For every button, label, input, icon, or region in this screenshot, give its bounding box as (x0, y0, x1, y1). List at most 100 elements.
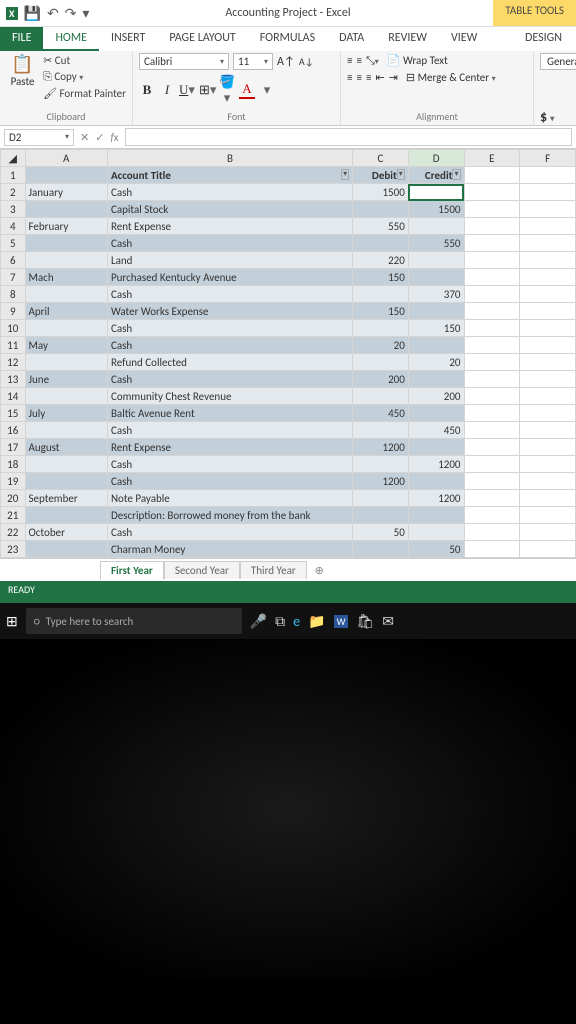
cell[interactable] (25, 456, 107, 473)
task-view-icon[interactable]: ⧉ (275, 613, 285, 630)
cell[interactable]: Cash (107, 320, 352, 337)
filter-icon[interactable]: ▾ (452, 169, 460, 180)
col-header-F[interactable]: F (520, 150, 576, 167)
cell[interactable] (408, 252, 464, 269)
cell[interactable] (464, 524, 520, 541)
col-header-C[interactable]: C (353, 150, 409, 167)
cell[interactable]: 550 (353, 218, 409, 235)
cell[interactable] (25, 252, 107, 269)
sheet-tab-second-year[interactable]: Second Year (164, 561, 240, 579)
cell[interactable] (464, 235, 520, 252)
row-header[interactable]: 11 (1, 337, 26, 354)
tab-home[interactable]: HOME (43, 27, 99, 51)
currency-button[interactable]: $ ▾ (540, 108, 554, 125)
col-header-A[interactable]: A (25, 150, 107, 167)
cell[interactable]: 200 (353, 371, 409, 388)
cell[interactable] (520, 541, 576, 558)
table-header-credit[interactable]: Credit▾ (408, 167, 464, 184)
cell[interactable]: Baltic Avenue Rent (107, 405, 352, 422)
cell[interactable]: Rent Expense (107, 439, 352, 456)
cell[interactable]: April (25, 303, 107, 320)
cell[interactable]: Cash (107, 473, 352, 490)
align-center-icon[interactable]: ≡ (356, 71, 361, 84)
cell[interactable]: Purchased Kentucky Avenue (107, 269, 352, 286)
cell[interactable] (353, 490, 409, 507)
italic-button[interactable]: I (159, 82, 175, 98)
cell[interactable] (464, 422, 520, 439)
tab-design[interactable]: DESIGN (511, 27, 576, 51)
cell[interactable] (353, 286, 409, 303)
decrease-font-icon[interactable]: A↓ (299, 55, 314, 68)
cell[interactable] (464, 303, 520, 320)
cell[interactable] (520, 184, 576, 201)
mail-icon[interactable]: ✉ (382, 613, 394, 630)
cell[interactable]: Rent Expense (107, 218, 352, 235)
cell[interactable] (25, 354, 107, 371)
cell[interactable] (520, 524, 576, 541)
cell[interactable] (520, 473, 576, 490)
row-header[interactable]: 22 (1, 524, 26, 541)
row-header[interactable]: 4 (1, 218, 26, 235)
filter-icon[interactable]: ▾ (397, 169, 405, 180)
cell[interactable] (520, 439, 576, 456)
cell[interactable]: Note Payable (107, 490, 352, 507)
cell[interactable] (353, 456, 409, 473)
cell[interactable] (520, 337, 576, 354)
cell[interactable] (520, 201, 576, 218)
cell[interactable]: Refund Collected (107, 354, 352, 371)
cell[interactable] (520, 286, 576, 303)
row-header[interactable]: 1 (1, 167, 26, 184)
formula-input[interactable] (125, 128, 572, 146)
row-header[interactable]: 23 (1, 541, 26, 558)
cell[interactable]: 220 (353, 252, 409, 269)
cell[interactable] (408, 218, 464, 235)
cell[interactable]: 1500 (353, 184, 409, 201)
underline-button[interactable]: U▾ (179, 82, 195, 98)
cell[interactable] (520, 405, 576, 422)
cell[interactable] (408, 473, 464, 490)
align-right-icon[interactable]: ≡ (366, 71, 371, 84)
wrap-text-button[interactable]: 📄 Wrap Text (383, 53, 452, 68)
fill-color-button[interactable]: 🪣▾ (219, 74, 235, 106)
row-header[interactable]: 2 (1, 184, 26, 201)
spreadsheet-grid[interactable]: ◢ A B C D E F 1 Account Title▾ Debit▾ Cr… (0, 149, 576, 558)
cell[interactable] (464, 473, 520, 490)
copy-button[interactable]: ⎘ Copy ▾ (43, 69, 126, 86)
cell[interactable] (408, 405, 464, 422)
row-header[interactable]: 7 (1, 269, 26, 286)
cell[interactable] (464, 286, 520, 303)
cell[interactable] (408, 303, 464, 320)
cell[interactable]: 20 (353, 337, 409, 354)
cell[interactable] (353, 507, 409, 524)
row-header[interactable]: 10 (1, 320, 26, 337)
cell[interactable]: August (25, 439, 107, 456)
cell[interactable] (25, 473, 107, 490)
format-painter-button[interactable]: 🖌 Format Painter (43, 86, 126, 102)
row-header[interactable]: 5 (1, 235, 26, 252)
cell[interactable]: 150 (408, 320, 464, 337)
cell[interactable] (464, 269, 520, 286)
cell[interactable] (25, 422, 107, 439)
cell[interactable]: 150 (353, 269, 409, 286)
row-header[interactable]: 15 (1, 405, 26, 422)
cell[interactable] (25, 320, 107, 337)
cell[interactable] (520, 507, 576, 524)
cell[interactable]: 20 (408, 354, 464, 371)
taskbar-search[interactable]: ○ Type here to search (26, 608, 242, 634)
fx-icon[interactable]: fx (110, 131, 118, 144)
row-header[interactable]: 18 (1, 456, 26, 473)
cell[interactable] (353, 354, 409, 371)
cell[interactable] (464, 456, 520, 473)
cell[interactable] (408, 439, 464, 456)
tab-formulas[interactable]: FORMULAS (248, 27, 327, 51)
tab-review[interactable]: REVIEW (376, 27, 439, 51)
row-header[interactable]: 3 (1, 201, 26, 218)
cell[interactable] (25, 541, 107, 558)
cell[interactable] (353, 235, 409, 252)
word-icon[interactable]: W (334, 615, 349, 628)
cancel-icon[interactable]: ✕ (80, 131, 89, 144)
align-top-icon[interactable]: ≡ (347, 54, 352, 67)
start-button[interactable]: ⊞ (6, 613, 18, 630)
cell[interactable] (25, 201, 107, 218)
cell[interactable]: 1200 (408, 490, 464, 507)
